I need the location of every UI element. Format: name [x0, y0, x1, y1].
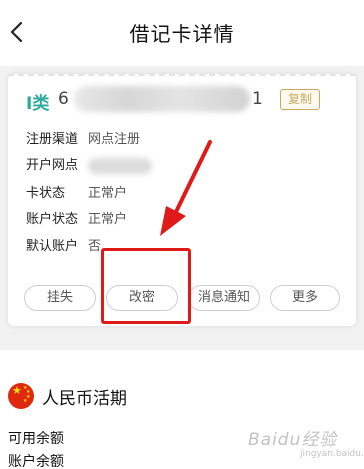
highlight-box	[101, 248, 191, 324]
page: 借记卡详情 I类 6 1 复制 注册渠道 网点注册 开户网点 卡状态 正常户 账户状…	[0, 0, 364, 469]
top-bar: 借记卡详情	[0, 0, 364, 66]
copy-button[interactable]: 复制	[280, 89, 320, 110]
card-number-masked	[74, 86, 250, 112]
page-title: 借记卡详情	[129, 22, 235, 46]
info-row-default-account: 默认账户否	[26, 237, 101, 257]
watermark-url: jingyan.baidu.com	[300, 449, 364, 459]
account-balance-label: 账户余额	[8, 454, 64, 469]
info-row-account-status: 账户状态 正常户	[26, 210, 127, 230]
info-row-branch: 开户网点	[26, 156, 152, 176]
info-label: 注册渠道	[26, 132, 79, 147]
info-label: 开户网点	[26, 158, 79, 173]
branch-masked	[88, 157, 152, 174]
info-label: 卡状态	[26, 186, 66, 201]
available-balance-label: 可用余额	[8, 431, 64, 447]
info-value: 网点注册	[88, 132, 141, 147]
notifications-button[interactable]: 消息通知	[188, 285, 260, 311]
info-label: 账户状态	[26, 212, 79, 227]
info-row-channel: 注册渠道 网点注册	[26, 130, 140, 150]
watermark: Baidu经验	[248, 430, 338, 450]
account-title: 人民币活期	[42, 389, 127, 409]
info-value: 正常户	[88, 186, 128, 201]
info-row-card-status: 卡状态 正常户	[26, 184, 127, 204]
card-divider	[8, 74, 356, 78]
info-label: 默认账户	[26, 239, 79, 254]
more-button[interactable]: 更多	[270, 285, 340, 311]
info-value: 否	[88, 239, 102, 254]
info-value: 正常户	[88, 212, 128, 227]
card-number-start: 6	[58, 89, 69, 109]
china-flag-icon: ★ ★ ★ ★ ★	[8, 383, 34, 409]
report-loss-button[interactable]: 挂失	[24, 285, 96, 311]
card-number-end: 1	[252, 89, 263, 109]
card-class-label: I类	[26, 94, 50, 114]
